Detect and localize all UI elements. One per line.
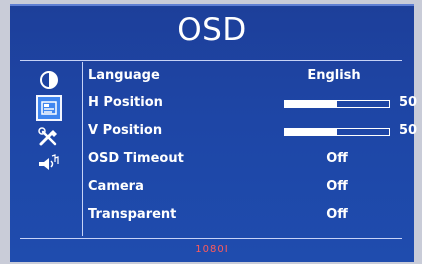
osd-window: OSD Language English H Position 50 V Pos… (10, 4, 417, 262)
tools-glyph (38, 127, 57, 146)
menu-label: Camera (88, 179, 144, 194)
menu-row-language[interactable]: Language English (88, 68, 418, 88)
contrast-icon-glyph (40, 71, 58, 89)
h-position-slider-fill (285, 101, 337, 107)
menu-value: Off (326, 151, 348, 166)
h-position-value: 50 (399, 95, 418, 110)
footer-divider (20, 238, 402, 239)
menu-row-h-position[interactable]: H Position 50 (88, 95, 418, 115)
menu-value: Off (326, 207, 348, 222)
menu-label: Transparent (88, 207, 177, 222)
menu-value: English (307, 68, 361, 83)
menu-label: H Position (88, 95, 163, 110)
menu-row-osd-timeout[interactable]: OSD Timeout Off (88, 151, 418, 171)
menu-row-camera[interactable]: Camera Off (88, 179, 418, 199)
v-position-value: 50 (399, 123, 418, 138)
menu-row-transparent[interactable]: Transparent Off (88, 207, 418, 227)
resolution-status: 1080I (195, 244, 229, 255)
audio-glyph (39, 154, 59, 170)
audio-icon[interactable] (37, 152, 61, 176)
title-divider (20, 60, 402, 61)
menu-label: OSD Timeout (88, 151, 184, 166)
osd-settings-icon[interactable] (36, 95, 62, 121)
menu-value: Off (326, 179, 348, 194)
menu-row-v-position[interactable]: V Position 50 (88, 123, 418, 143)
menu-label: V Position (88, 123, 163, 138)
tools-icon[interactable] (37, 125, 61, 149)
v-position-slider[interactable] (284, 128, 390, 136)
menu-label: Language (88, 68, 160, 83)
sidebar-divider (82, 62, 83, 236)
h-position-slider[interactable] (284, 100, 390, 108)
v-position-slider-fill (285, 129, 337, 135)
contrast-icon[interactable] (37, 68, 61, 92)
osd-title: OSD (177, 12, 247, 48)
osd-settings-glyph (41, 101, 57, 115)
